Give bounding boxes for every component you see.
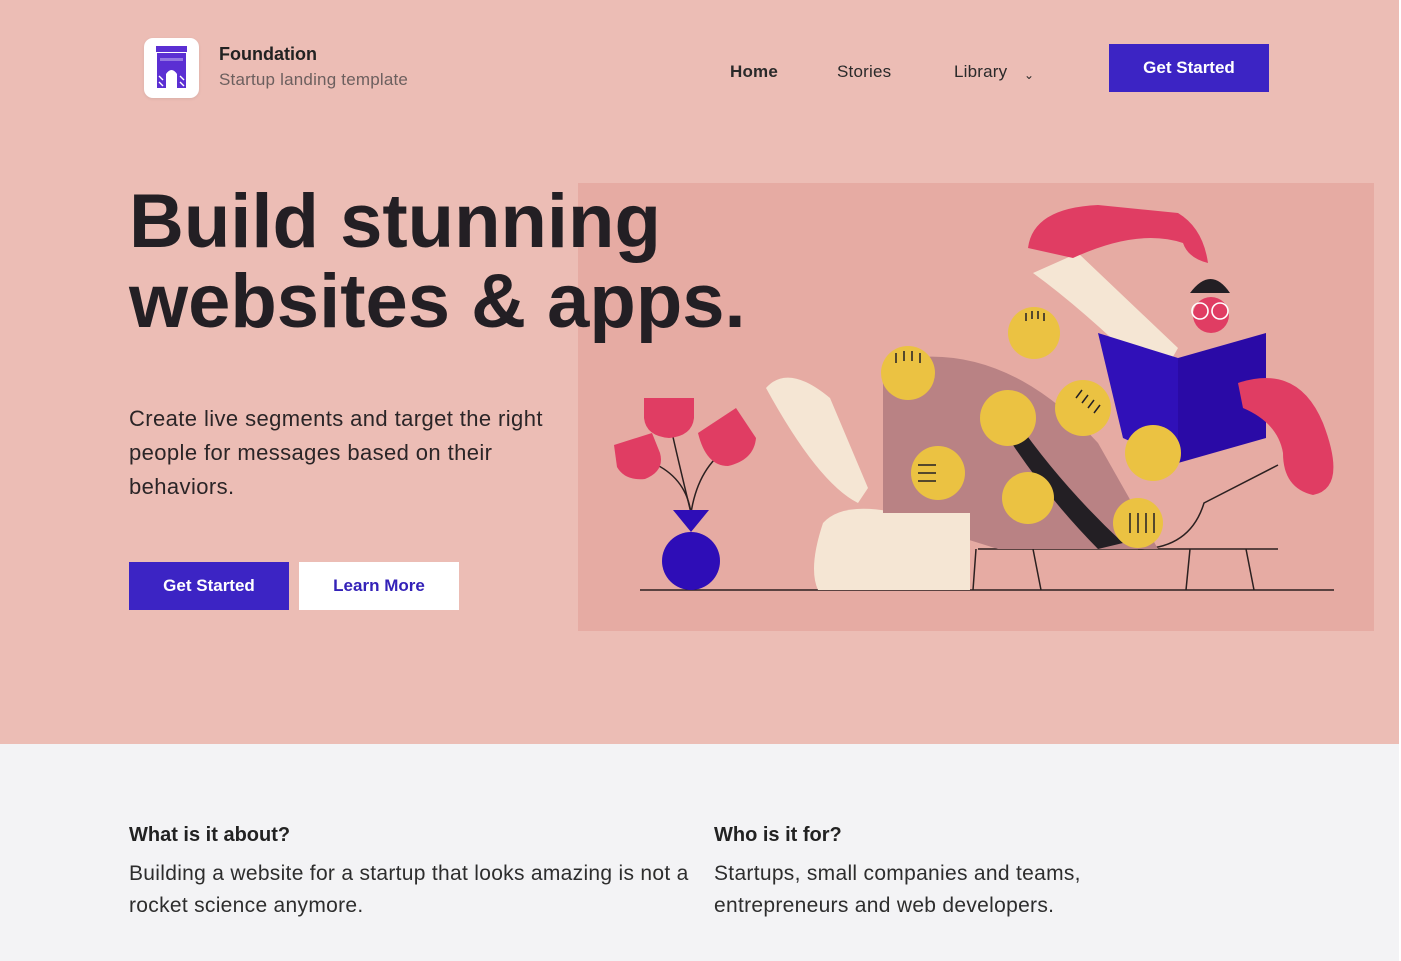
brand-tagline: Startup landing template: [219, 70, 409, 89]
castle-tower-icon: [156, 46, 187, 88]
feature-text-about: Building a website for a startup that lo…: [129, 862, 689, 917]
hero-description: Create live segments and target the righ…: [129, 406, 543, 499]
feature-title-audience: Who is it for?: [714, 824, 842, 846]
hero-headline: Build stunning websites & apps.: [129, 182, 746, 342]
features-section: [0, 744, 1399, 961]
feature-title-about: What is it about?: [129, 824, 291, 846]
nav-item-home[interactable]: Home: [730, 62, 778, 82]
hero-get-started-button[interactable]: Get Started: [129, 562, 289, 610]
chevron-down-icon[interactable]: ⌄: [1024, 68, 1034, 82]
nav-item-library[interactable]: Library: [954, 62, 1007, 82]
header-get-started-button[interactable]: Get Started: [1109, 44, 1269, 92]
hero-headline-line2: websites & apps.: [129, 259, 746, 344]
brand-logo[interactable]: [144, 38, 199, 98]
hero-headline-line1: Build stunning: [129, 179, 661, 264]
feature-text-audience: Startups, small companies and teams, ent…: [714, 862, 1081, 917]
nav-item-stories[interactable]: Stories: [837, 62, 891, 82]
learn-more-button[interactable]: Learn More: [299, 562, 459, 610]
brand-name[interactable]: Foundation: [219, 44, 317, 65]
